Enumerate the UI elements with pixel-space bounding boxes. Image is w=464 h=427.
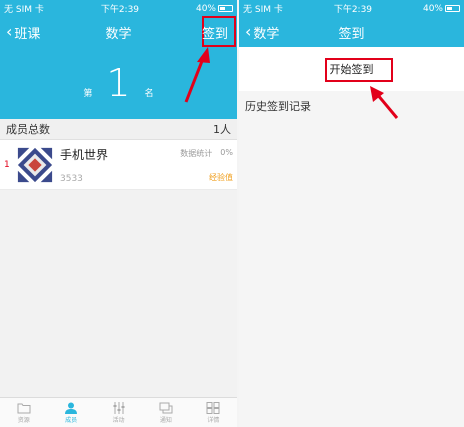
- member-info: 手机世界 3533: [60, 146, 108, 184]
- tab-label: 成员: [65, 416, 78, 424]
- screenshot-stage: 无 SIM 卡 下午2:39 40% ‹ 班课 数学 签到 第 1 名 成员总数…: [0, 0, 464, 427]
- status-bar: 无 SIM 卡 下午2:39 40%: [0, 0, 237, 17]
- signin-history-item[interactable]: 历史签到记录: [239, 91, 464, 121]
- back-label: 数学: [253, 26, 280, 42]
- back-button[interactable]: ‹ 数学: [245, 23, 279, 42]
- person-icon: [65, 402, 78, 414]
- member-count-label: 成员总数: [6, 123, 50, 136]
- tab-details[interactable]: 详情: [190, 398, 237, 427]
- tab-label: 资源: [17, 416, 30, 424]
- signin-button[interactable]: 签到: [199, 21, 231, 44]
- member-name: 手机世界: [60, 147, 109, 162]
- signin-screen: 无 SIM 卡 下午2:39 40% ‹ 数学 签到 开始签到 历史签到记录: [239, 0, 464, 427]
- battery-label: 40%: [422, 3, 443, 14]
- class-page-screen: 无 SIM 卡 下午2:39 40% ‹ 班课 数学 签到 第 1 名 成员总数…: [0, 0, 237, 427]
- tab-members[interactable]: 成员: [47, 398, 94, 427]
- chat-icon: [159, 402, 173, 413]
- rank-suffix: 名: [144, 88, 154, 99]
- tab-label: 活动: [112, 416, 125, 424]
- tab-label: 详情: [207, 416, 220, 424]
- member-stats: 数据统计 0%: [180, 148, 233, 159]
- nav-bar: ‹ 班课 数学 签到: [0, 17, 237, 47]
- signin-history-label: 历史签到记录: [245, 100, 311, 113]
- annotation-box: [325, 58, 393, 82]
- back-button[interactable]: ‹ 班课: [6, 23, 40, 42]
- status-bar: 无 SIM 卡 下午2:39 40%: [239, 0, 464, 17]
- carrier-label: 无 SIM 卡: [243, 5, 283, 15]
- status-right: 40%: [196, 4, 233, 14]
- member-rank-index: 1: [4, 159, 10, 170]
- experience-badge: 经验值: [209, 173, 233, 182]
- member-stat-label: 数据统计: [180, 149, 213, 158]
- tab-activities[interactable]: 活动: [95, 398, 142, 427]
- clock-label: 下午2:39: [333, 5, 373, 15]
- member-row[interactable]: 1 手机世界 3533 数据统计 0% 经验值: [0, 140, 237, 190]
- avatar: [16, 145, 54, 184]
- battery-icon: [218, 5, 233, 12]
- status-right: 40%: [423, 4, 460, 14]
- grid-icon: [206, 401, 220, 414]
- back-label: 班课: [14, 26, 41, 42]
- sliders-icon: [113, 401, 125, 414]
- chevron-left-icon: ‹: [6, 22, 13, 41]
- chevron-left-icon: ‹: [245, 22, 252, 41]
- member-score: 3533: [60, 173, 83, 184]
- tab-notifications[interactable]: 通知: [142, 398, 189, 427]
- folder-icon: [17, 403, 31, 413]
- bottom-tab-bar: 资源 成员 活动 通知 详情: [0, 397, 237, 427]
- tab-resources[interactable]: 资源: [0, 398, 47, 427]
- nav-bar: ‹ 数学 签到: [239, 17, 464, 47]
- battery-label: 40%: [195, 3, 216, 14]
- battery-icon: [445, 5, 460, 12]
- member-stat-percent: 0%: [220, 148, 233, 157]
- signin-header: 无 SIM 卡 下午2:39 40% ‹ 数学 签到: [239, 0, 464, 47]
- rank-display: 第 1 名: [0, 47, 237, 119]
- rank-prefix: 第: [83, 88, 93, 99]
- member-count-row: 成员总数 1人: [0, 119, 237, 140]
- rank-number: 1: [106, 61, 131, 105]
- clock-label: 下午2:39: [100, 5, 140, 15]
- tab-label: 通知: [159, 416, 172, 424]
- carrier-label: 无 SIM 卡: [4, 5, 44, 15]
- member-count-value: 1人: [213, 123, 231, 136]
